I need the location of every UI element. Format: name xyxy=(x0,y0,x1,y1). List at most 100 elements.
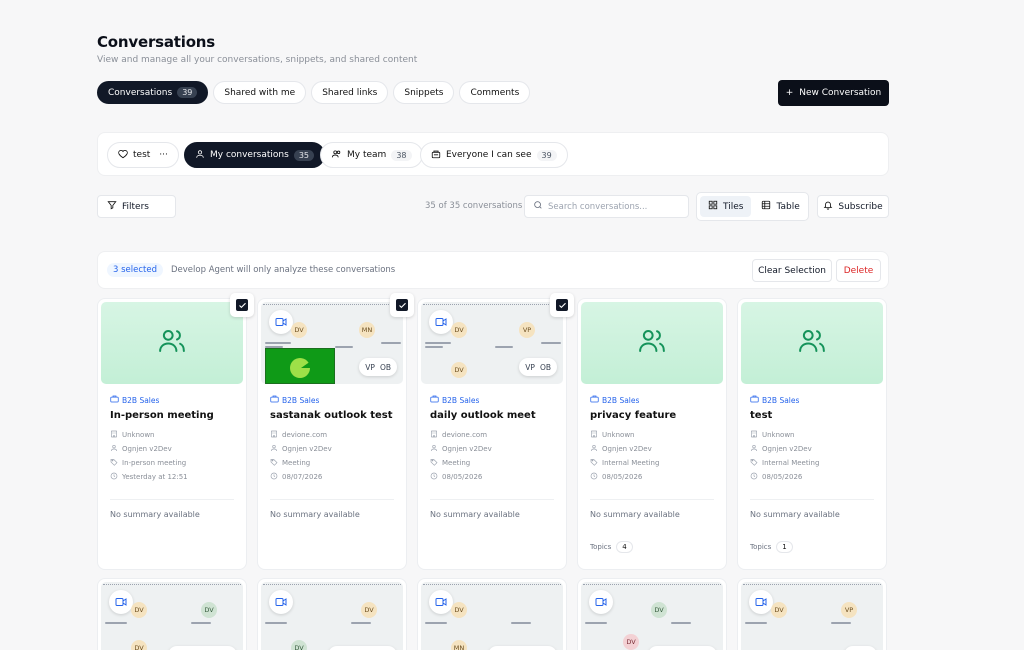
meta-date: 08/05/2026 xyxy=(602,472,643,481)
meta-row-owner: Ognjen v2Dev xyxy=(430,443,556,454)
select-checkbox[interactable] xyxy=(230,293,254,317)
tab-snippets[interactable]: Snippets xyxy=(393,81,455,104)
scope-my-team[interactable]: My team 38 xyxy=(320,142,423,168)
meta-row-company: Unknown xyxy=(110,429,236,440)
summary-text: No summary available xyxy=(270,510,360,519)
thumbnail-header-strip xyxy=(423,304,561,307)
conversation-card[interactable]: B2B Sales privacy feature Unknown Ognjen v2… xyxy=(577,298,727,570)
thumbnail-line xyxy=(671,622,691,624)
company-icon xyxy=(750,430,758,440)
clock-icon xyxy=(750,472,758,482)
search-icon xyxy=(533,200,543,213)
participant-avatar: MN xyxy=(451,640,467,650)
summary-text: No summary available xyxy=(590,510,680,519)
conversation-card[interactable]: B2B Sales In-person meeting Unknown Ognjen … xyxy=(97,293,254,570)
conversation-title[interactable]: sastanak outlook test xyxy=(270,410,396,421)
users-icon xyxy=(331,149,342,162)
conversation-card[interactable]: DV VP VPO xyxy=(737,578,887,650)
participant-avatar: DV xyxy=(451,362,467,378)
subscribe-button[interactable]: Subscribe xyxy=(817,195,889,218)
category-tag[interactable]: B2B Sales xyxy=(590,395,716,405)
tab-shared-links[interactable]: Shared links xyxy=(311,81,389,104)
shared-screen-preview xyxy=(265,348,335,384)
participant-initials: VP xyxy=(365,362,375,372)
summary-text: No summary available xyxy=(110,510,200,519)
category-tag[interactable]: B2B Sales xyxy=(270,395,396,405)
tab-comments[interactable]: Comments xyxy=(459,81,531,104)
conversation-card[interactable]: B2B Sales test Unknown Ognjen v2Dev Internal… xyxy=(737,298,887,570)
tiles-view-button[interactable]: Tiles xyxy=(700,196,752,217)
conversation-card[interactable]: DV MN TOOBVP+1 xyxy=(417,578,567,650)
thumbnail-line xyxy=(351,622,371,624)
tab-shared-with-me[interactable]: Shared with me xyxy=(213,81,307,104)
participant-avatar: VP xyxy=(841,602,857,618)
thumbnail-line xyxy=(745,622,767,624)
video-icon xyxy=(109,590,133,614)
conversation-title[interactable]: privacy feature xyxy=(590,410,716,421)
meta-row-company: devione.com xyxy=(270,429,396,440)
topics-count: 4 xyxy=(616,541,633,553)
participant-avatar: VP xyxy=(519,322,535,338)
conversation-card[interactable]: DV DV DV TOOBVP+1 xyxy=(97,578,247,650)
meta-row-date: 08/05/2026 xyxy=(750,471,876,482)
thumbnail-header-strip xyxy=(423,584,561,587)
meta-type: Internal Meeting xyxy=(602,458,660,467)
briefcase-icon xyxy=(110,395,119,405)
table-view-button[interactable]: Table xyxy=(753,196,807,217)
conversation-thumbnail xyxy=(581,302,723,384)
meta-type: Meeting xyxy=(282,458,311,467)
meta-company: devione.com xyxy=(442,430,488,439)
category-tag[interactable]: B2B Sales xyxy=(110,395,236,405)
more-icon[interactable]: ··· xyxy=(159,150,168,160)
category-tag[interactable]: B2B Sales xyxy=(430,395,556,405)
tag-icon xyxy=(270,458,278,468)
meta-row-owner: Ognjen v2Dev xyxy=(110,443,236,454)
search-input[interactable]: Search conversations... xyxy=(524,195,689,218)
topics-label: Topics xyxy=(590,543,612,551)
selection-bar: 3 selected Develop Agent will only analy… xyxy=(97,251,889,289)
participants-chip: VPO xyxy=(844,646,877,650)
conversation-title[interactable]: test xyxy=(750,410,876,421)
conversation-title[interactable]: In-person meeting xyxy=(110,410,236,421)
scope-my-conversations[interactable]: My conversations 35 xyxy=(184,142,325,168)
users-icon xyxy=(157,326,187,360)
saved-view-test[interactable]: test ··· xyxy=(107,142,179,168)
filters-button[interactable]: Filters xyxy=(97,195,176,218)
delete-button[interactable]: Delete xyxy=(836,259,881,282)
tab-conversations[interactable]: Conversations 39 xyxy=(97,81,209,104)
video-icon xyxy=(269,310,293,334)
participant-avatar: DV xyxy=(201,602,217,618)
checkmark-icon xyxy=(556,299,568,311)
meta-owner: Ognjen v2Dev xyxy=(122,444,172,453)
conversation-title[interactable]: daily outlook meet xyxy=(430,410,556,421)
meta-rows: devione.com Ognjen v2Dev Meeting 08/05/2026 xyxy=(430,429,556,482)
conversation-card[interactable]: DV MN VP OB B2B Sales sastanak outlook test de… xyxy=(257,293,414,570)
conversation-card[interactable]: DV DV TOOBVP+1 xyxy=(257,578,407,650)
thumbnail-line xyxy=(191,622,211,624)
thumbnail-line xyxy=(541,342,561,344)
video-icon xyxy=(429,310,453,334)
conversation-card[interactable]: DV DV TOOBVP+1 xyxy=(577,578,727,650)
thumbnail-line xyxy=(831,622,851,624)
page-title: Conversations xyxy=(97,33,216,51)
conversation-card[interactable]: DV VP DV VP OB B2B Sales daily outlook meet dev… xyxy=(417,293,574,570)
meta-row-company: Unknown xyxy=(750,429,876,440)
clear-selection-button[interactable]: Clear Selection xyxy=(752,259,832,282)
checkmark-icon xyxy=(396,299,408,311)
new-conversation-button[interactable]: + New Conversation xyxy=(778,80,889,106)
meta-owner: Ognjen v2Dev xyxy=(282,444,332,453)
card-divider xyxy=(110,499,234,500)
scope-everyone[interactable]: Everyone I can see 39 xyxy=(420,142,568,168)
video-icon xyxy=(749,590,773,614)
select-checkbox[interactable] xyxy=(390,293,414,317)
participant-avatar: DV xyxy=(651,602,667,618)
conversation-thumbnail: DV MN VP OB xyxy=(261,302,403,384)
category-label: B2B Sales xyxy=(122,395,160,405)
clock-icon xyxy=(430,472,438,482)
meta-row-type: Internal Meeting xyxy=(750,457,876,468)
tag-icon xyxy=(750,458,758,468)
briefcase-icon xyxy=(270,395,279,405)
category-tag[interactable]: B2B Sales xyxy=(750,395,876,405)
topics-row: Topics 4 xyxy=(590,541,633,553)
select-checkbox[interactable] xyxy=(550,293,574,317)
